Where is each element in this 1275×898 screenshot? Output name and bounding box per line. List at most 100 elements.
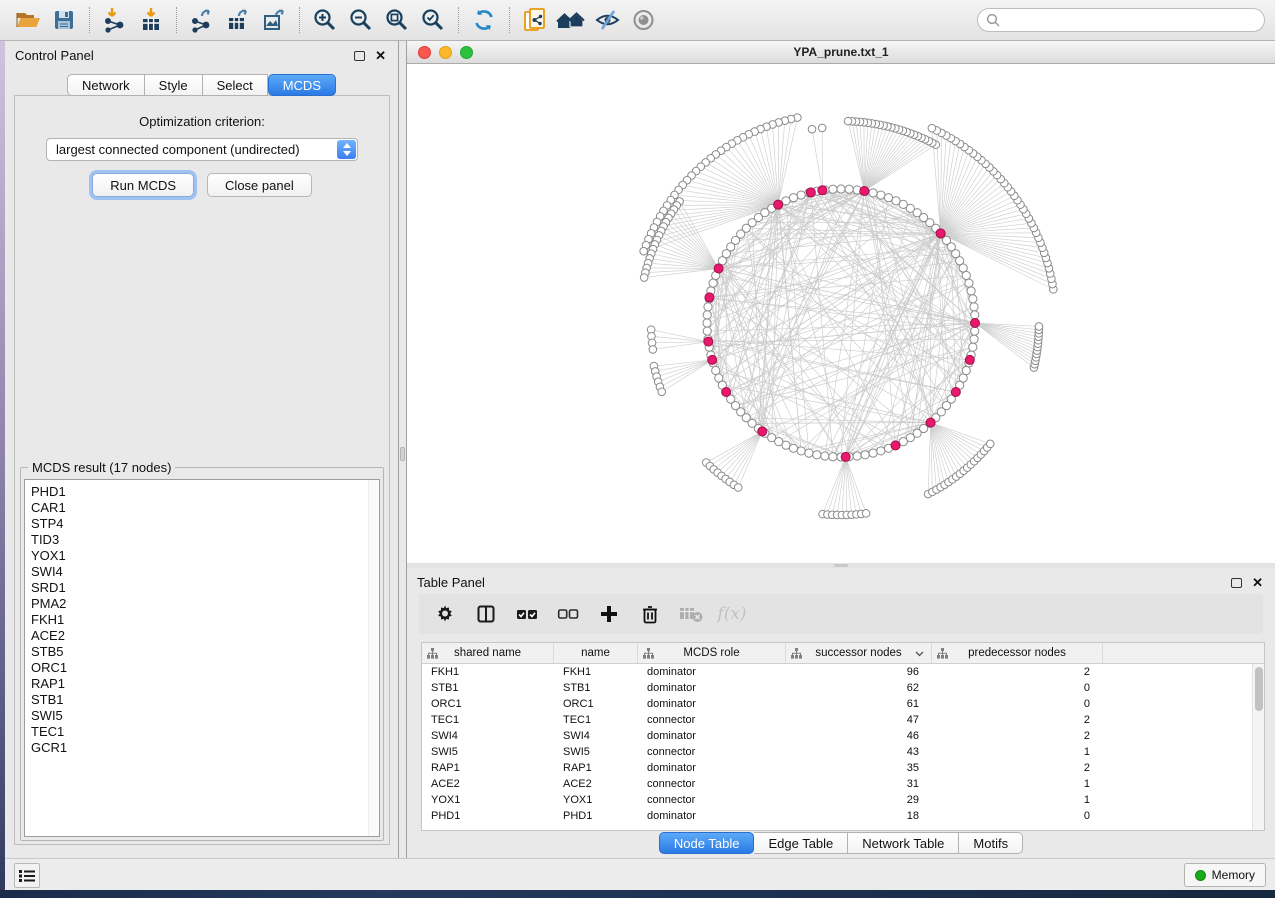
table-row[interactable]: ORC1ORC1dominator610 bbox=[422, 696, 1264, 712]
mcds-list-scrollbar[interactable] bbox=[368, 480, 379, 836]
zoom-in-button[interactable] bbox=[307, 4, 343, 36]
close-window-icon[interactable] bbox=[418, 46, 431, 59]
tab-network-table[interactable]: Network Table bbox=[848, 832, 959, 854]
cell-mcds-role: dominator bbox=[638, 696, 786, 712]
list-item[interactable]: ACE2 bbox=[31, 628, 379, 644]
list-item[interactable]: YOX1 bbox=[31, 548, 379, 564]
tab-mcds[interactable]: MCDS bbox=[268, 74, 336, 96]
network-search-box[interactable] bbox=[977, 8, 1265, 32]
desktop-wallpaper-bottom bbox=[0, 890, 1275, 898]
unselect-all-rows-button[interactable] bbox=[554, 600, 582, 628]
optimization-criterion-select[interactable]: largest connected component (undirected) bbox=[46, 138, 358, 161]
float-panel-icon[interactable] bbox=[354, 51, 365, 61]
network-from-selection-button[interactable] bbox=[517, 4, 553, 36]
list-item[interactable]: CAR1 bbox=[31, 500, 379, 516]
vertical-splitter[interactable] bbox=[399, 41, 407, 858]
table-row[interactable]: RAP1RAP1dominator352 bbox=[422, 760, 1264, 776]
list-item[interactable]: TID3 bbox=[31, 532, 379, 548]
list-item[interactable]: STB5 bbox=[31, 644, 379, 660]
list-item[interactable]: STP4 bbox=[31, 516, 379, 532]
tab-network[interactable]: Network bbox=[67, 74, 145, 96]
search-input[interactable] bbox=[1005, 13, 1256, 27]
list-item[interactable]: ORC1 bbox=[31, 660, 379, 676]
table-settings-button[interactable] bbox=[431, 600, 459, 628]
table-row[interactable]: PHD1PHD1dominator180 bbox=[422, 808, 1264, 824]
list-item[interactable]: FKH1 bbox=[31, 612, 379, 628]
table-row[interactable]: FKH1FKH1dominator962 bbox=[422, 664, 1264, 680]
tab-select[interactable]: Select bbox=[203, 74, 268, 96]
select-all-rows-button[interactable] bbox=[513, 600, 541, 628]
network-graph-svg[interactable] bbox=[407, 64, 1275, 563]
table-row[interactable]: SWI4SWI4dominator462 bbox=[422, 728, 1264, 744]
tab-node-table[interactable]: Node Table bbox=[659, 832, 755, 854]
maximize-window-icon[interactable] bbox=[460, 46, 473, 59]
cell-successor-nodes: 61 bbox=[786, 696, 932, 712]
zoom-out-button[interactable] bbox=[343, 4, 379, 36]
delete-table-button[interactable] bbox=[677, 600, 705, 628]
cell-name: SWI4 bbox=[554, 728, 638, 744]
split-panel-button[interactable] bbox=[472, 600, 500, 628]
run-mcds-button[interactable]: Run MCDS bbox=[92, 173, 194, 197]
apply-layout-button[interactable] bbox=[466, 4, 502, 36]
import-table-icon bbox=[138, 7, 164, 33]
delete-columns-button[interactable] bbox=[636, 600, 664, 628]
column-header-name[interactable]: name bbox=[554, 643, 638, 663]
cell-mcds-role: dominator bbox=[638, 680, 786, 696]
list-item[interactable]: GCR1 bbox=[31, 740, 379, 756]
export-image-button[interactable] bbox=[256, 4, 292, 36]
network-canvas[interactable] bbox=[407, 64, 1275, 563]
show-hide-panels-button[interactable] bbox=[553, 4, 589, 36]
open-file-button[interactable] bbox=[10, 4, 46, 36]
list-item[interactable]: SWI5 bbox=[31, 708, 379, 724]
save-session-button[interactable] bbox=[46, 4, 82, 36]
attribute-type-icon bbox=[427, 648, 438, 659]
function-builder-button[interactable]: f(x) bbox=[718, 600, 746, 628]
list-item[interactable]: PHD1 bbox=[31, 484, 379, 500]
column-header-predecessor-nodes[interactable]: predecessor nodes bbox=[932, 643, 1103, 663]
close-panel-icon[interactable]: ✕ bbox=[1252, 578, 1263, 588]
network-window-titlebar[interactable]: YPA_prune.txt_1 bbox=[407, 41, 1275, 64]
list-item[interactable]: RAP1 bbox=[31, 676, 379, 692]
add-column-button[interactable] bbox=[595, 600, 623, 628]
table-row[interactable]: TEC1TEC1connector472 bbox=[422, 712, 1264, 728]
table-scrollbar-thumb[interactable] bbox=[1255, 667, 1263, 711]
show-graphics-details-button[interactable] bbox=[625, 4, 661, 36]
table-row[interactable]: ACE2ACE2connector311 bbox=[422, 776, 1264, 792]
column-header-shared-name[interactable]: shared name bbox=[422, 643, 554, 663]
cell-predecessor-nodes: 1 bbox=[932, 792, 1103, 808]
cell-name: STB1 bbox=[554, 680, 638, 696]
memory-button[interactable]: Memory bbox=[1184, 863, 1266, 887]
splitter-grip[interactable] bbox=[400, 447, 405, 461]
column-header-mcds-role[interactable]: MCDS role bbox=[638, 643, 786, 663]
close-panel-button[interactable]: Close panel bbox=[207, 173, 312, 197]
export-table-button[interactable] bbox=[220, 4, 256, 36]
tab-motifs[interactable]: Motifs bbox=[959, 832, 1023, 854]
task-history-button[interactable] bbox=[14, 863, 40, 888]
zoom-selected-button[interactable] bbox=[415, 4, 451, 36]
list-item[interactable]: TEC1 bbox=[31, 724, 379, 740]
list-item[interactable]: PMA2 bbox=[31, 596, 379, 612]
column-label: predecessor nodes bbox=[968, 647, 1066, 659]
table-row[interactable]: STB1STB1dominator620 bbox=[422, 680, 1264, 696]
table-row[interactable]: SWI5SWI5connector431 bbox=[422, 744, 1264, 760]
zoom-fit-button[interactable] bbox=[379, 4, 415, 36]
column-header-successor-nodes[interactable]: successor nodes bbox=[786, 643, 932, 663]
list-item[interactable]: STB1 bbox=[31, 692, 379, 708]
splitter-grip[interactable] bbox=[834, 564, 848, 567]
table-row[interactable]: YOX1YOX1connector291 bbox=[422, 792, 1264, 808]
export-network-button[interactable] bbox=[184, 4, 220, 36]
cell-successor-nodes: 35 bbox=[786, 760, 932, 776]
list-item[interactable]: SRD1 bbox=[31, 580, 379, 596]
hide-selected-button[interactable] bbox=[589, 4, 625, 36]
tab-style[interactable]: Style bbox=[145, 74, 203, 96]
mcds-result-list[interactable]: PHD1CAR1STP4TID3YOX1SWI4SRD1PMA2FKH1ACE2… bbox=[24, 479, 380, 837]
table-scrollbar[interactable] bbox=[1252, 664, 1264, 830]
import-network-button[interactable] bbox=[97, 4, 133, 36]
import-table-button[interactable] bbox=[133, 4, 169, 36]
zoom-selected-icon bbox=[420, 7, 446, 33]
close-panel-icon[interactable]: ✕ bbox=[375, 51, 386, 61]
list-item[interactable]: SWI4 bbox=[31, 564, 379, 580]
float-panel-icon[interactable] bbox=[1231, 578, 1242, 588]
minimize-window-icon[interactable] bbox=[439, 46, 452, 59]
tab-edge-table[interactable]: Edge Table bbox=[754, 832, 848, 854]
